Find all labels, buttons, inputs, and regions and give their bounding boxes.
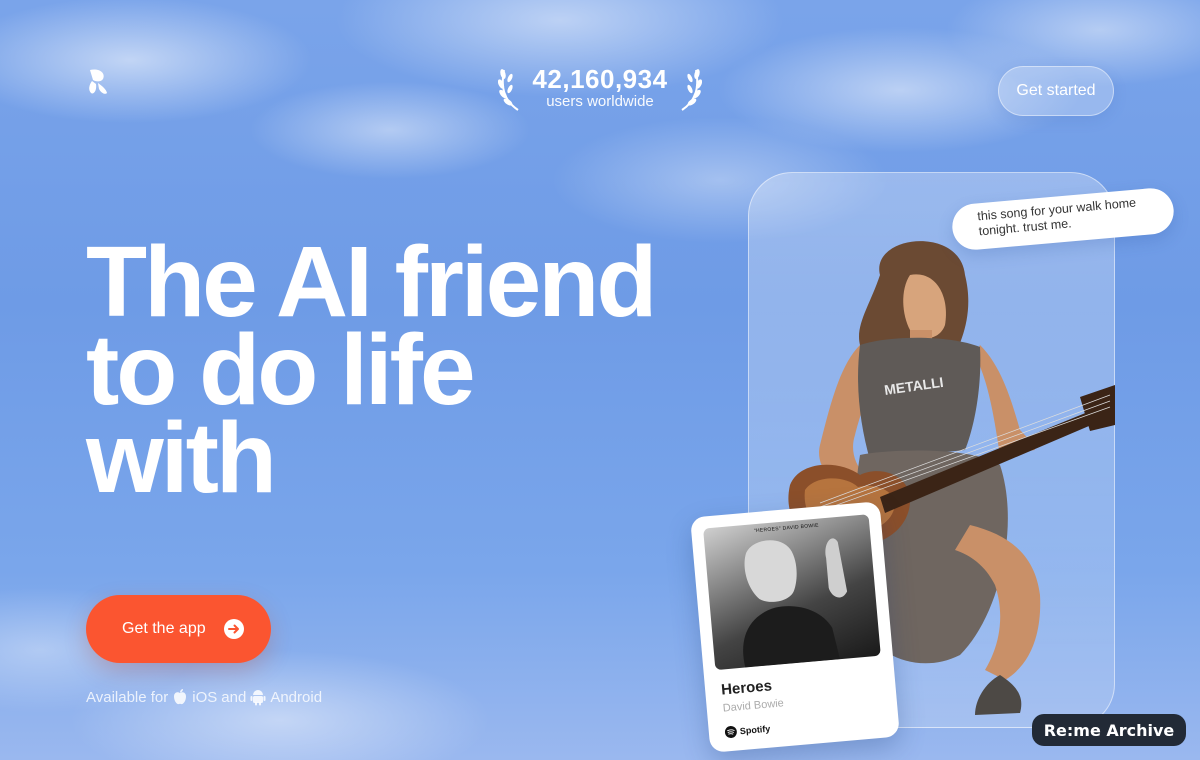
- headline-line-2: to do life: [86, 314, 476, 426]
- album-cover-image: "HEROES" DAVID BOWIE: [703, 514, 881, 671]
- song-card[interactable]: "HEROES" DAVID BOWIE Heroes David Bowie …: [690, 501, 900, 753]
- get-started-button[interactable]: Get started: [998, 66, 1114, 116]
- get-the-app-label: Get the app: [122, 620, 206, 637]
- arrow-right-icon: [223, 619, 244, 639]
- archive-badge: Re:me Archive: [1032, 714, 1186, 746]
- headline-line-3: with: [86, 402, 277, 514]
- apple-icon: [174, 689, 187, 705]
- spotify-label: Spotify: [739, 723, 771, 737]
- hero-headline: The AI friend to do life with: [86, 226, 726, 514]
- android-label: Android: [270, 688, 323, 706]
- user-counter: 42,160,934 users worldwide: [498, 62, 702, 114]
- spotify-badge: Spotify: [720, 712, 886, 738]
- availability-line: Available for iOS and Android: [86, 688, 322, 706]
- and-label: and: [221, 688, 247, 706]
- availability-prefix: Available for: [86, 688, 169, 706]
- user-count-label: users worldwide: [546, 93, 654, 110]
- ios-label: iOS: [192, 688, 218, 706]
- laurel-right-icon: [681, 69, 702, 111]
- android-icon: [250, 690, 266, 706]
- user-count: 42,160,934: [532, 64, 668, 94]
- spotify-icon: [724, 725, 737, 738]
- reme-logo-icon[interactable]: [86, 68, 110, 96]
- get-the-app-button[interactable]: Get the app: [86, 595, 271, 663]
- album-portrait-icon: [743, 538, 848, 668]
- headline-line-1: The AI friend: [86, 226, 657, 338]
